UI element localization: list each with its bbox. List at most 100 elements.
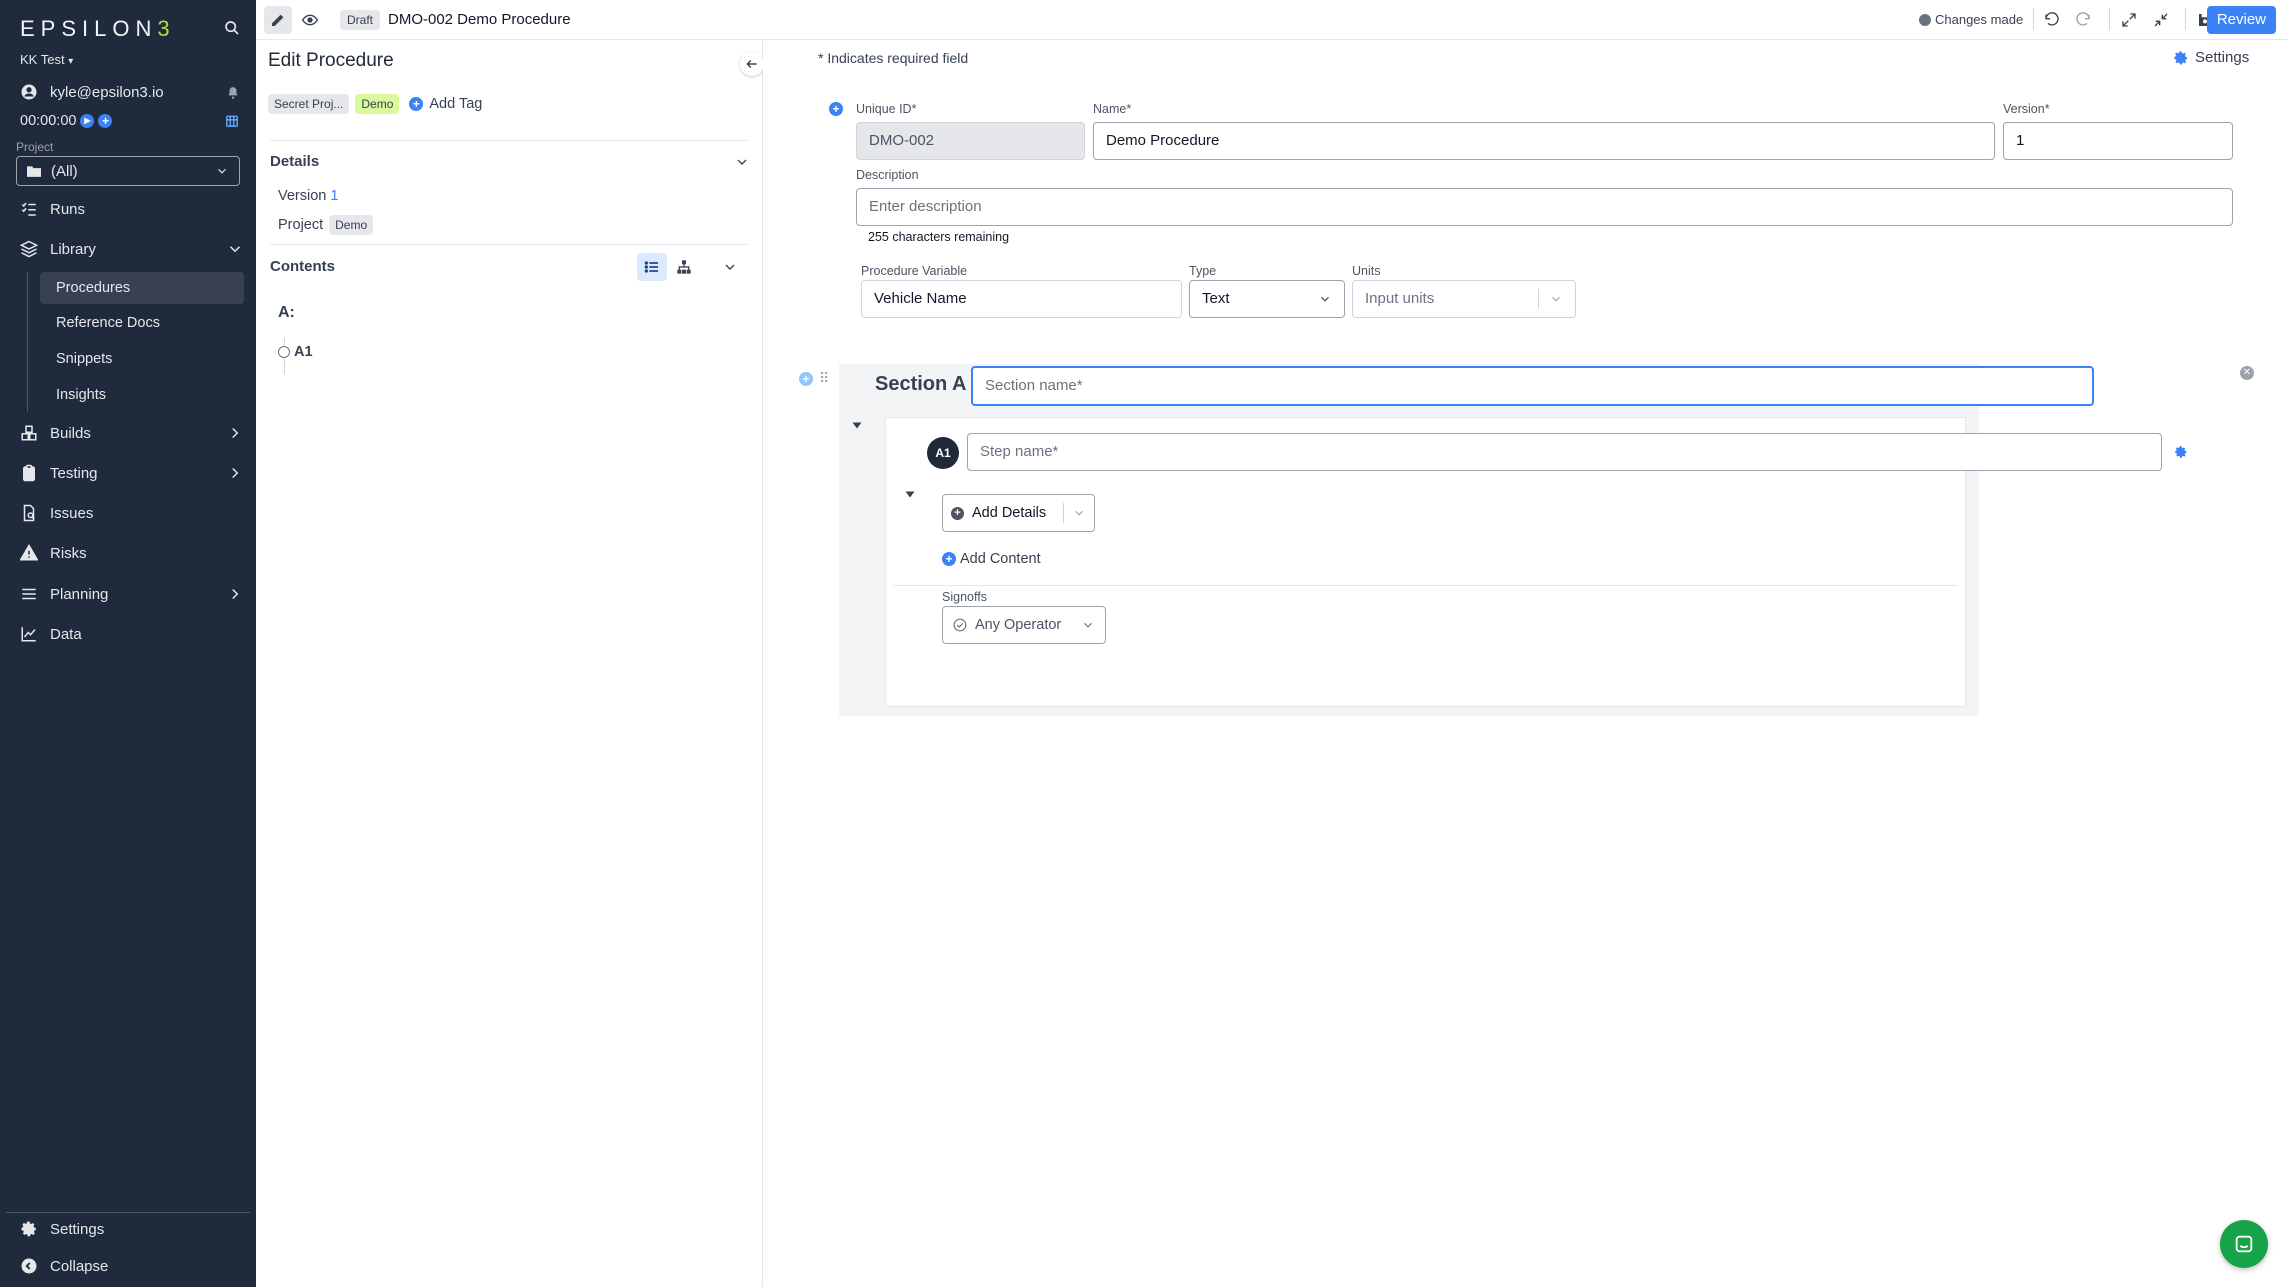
user-menu[interactable]: kyle@epsilon3.io <box>20 83 164 101</box>
nav-builds-label: Builds <box>50 424 91 442</box>
contents-toggle[interactable] <box>722 259 738 279</box>
name-field[interactable]: Demo Procedure <box>1093 122 1995 160</box>
toolbar-divider <box>2033 8 2034 30</box>
review-button[interactable]: Review <box>2206 6 2276 34</box>
tag-demo[interactable]: Demo <box>355 94 400 114</box>
line-chart-icon <box>21 627 36 642</box>
step-settings-icon[interactable] <box>2174 445 2188 463</box>
edit-mode-button[interactable] <box>264 6 292 34</box>
caret-down-icon[interactable] <box>904 488 916 500</box>
preview-mode-button[interactable] <box>296 6 324 34</box>
characters-remaining: 255 characters remaining <box>868 230 1010 244</box>
details-header[interactable]: Details <box>270 153 750 170</box>
type-select[interactable]: Text <box>1189 280 1345 318</box>
add-tag-button[interactable]: + Add Tag <box>409 96 482 112</box>
chevron-down-icon <box>1552 296 1560 302</box>
edit-procedure-panel: Edit Procedure Secret Proj... Demo + Add… <box>256 40 764 1287</box>
project-select[interactable]: (All) <box>16 156 240 186</box>
project-select-value: (All) <box>51 162 78 180</box>
unique-id-field[interactable]: DMO-002 <box>856 122 1085 160</box>
add-timer-icon[interactable]: + <box>98 114 113 128</box>
tag-list: Secret Proj... Demo + Add Tag <box>268 94 482 114</box>
nav-issues[interactable]: Issues <box>20 504 93 522</box>
redo-button[interactable] <box>2069 6 2097 34</box>
expand-button[interactable] <box>2115 6 2143 34</box>
chevron-down-icon <box>1321 296 1329 302</box>
caret-down-icon[interactable] <box>851 419 863 431</box>
check-circle-icon <box>953 618 967 632</box>
pencil-icon <box>272 14 284 26</box>
divider <box>270 140 748 141</box>
nav-planning[interactable]: Planning <box>20 585 244 603</box>
collapse-panel-button[interactable] <box>740 52 764 76</box>
bell-icon[interactable] <box>226 86 240 104</box>
file-search-icon <box>23 504 35 522</box>
nav-runs-label: Runs <box>50 200 86 218</box>
bars-icon <box>22 588 36 600</box>
nav-builds[interactable]: Builds <box>20 424 244 442</box>
nav-reference-docs[interactable]: Reference Docs <box>40 307 244 339</box>
nav-data[interactable]: Data <box>20 625 82 643</box>
search-icon[interactable] <box>224 20 240 40</box>
workspace-switcher[interactable]: KK Test ▾ <box>20 52 73 67</box>
signoff-select[interactable]: Any Operator <box>942 606 1106 644</box>
drag-handle-icon[interactable]: ⠿ <box>819 370 829 387</box>
add-header-icon[interactable]: + <box>829 102 843 116</box>
step-name-input[interactable]: Step name* <box>967 433 2162 471</box>
add-details-dropdown[interactable]: + Add Details <box>942 494 1095 532</box>
nav-insights[interactable]: Insights <box>40 379 244 411</box>
calendar-icon[interactable] <box>225 114 239 132</box>
nav-risks[interactable]: Risks <box>20 544 87 562</box>
section-title: Section A <box>875 373 967 395</box>
procedure-variable-field[interactable]: Vehicle Name <box>861 280 1182 318</box>
description-field[interactable]: Enter description <box>856 188 2233 226</box>
add-section-icon[interactable]: + <box>799 372 813 386</box>
cubes-icon <box>21 425 37 441</box>
step-status-circle-icon <box>278 346 290 358</box>
remove-section-icon[interactable]: ✕ <box>2240 366 2254 380</box>
chevron-down-icon <box>737 159 747 165</box>
nav-testing-label: Testing <box>50 464 98 482</box>
nav-library[interactable]: Library <box>20 240 244 258</box>
page-title: DMO-002 Demo Procedure <box>388 11 571 28</box>
add-content-button[interactable]: + Add Content <box>942 551 1041 567</box>
contents-header: Contents <box>270 258 335 275</box>
outline-section[interactable]: A: <box>278 304 295 322</box>
nav-runs[interactable]: Runs <box>20 200 85 218</box>
list-icon <box>644 261 658 273</box>
arrow-left-icon <box>746 59 757 69</box>
collapse-sidebar-button[interactable]: Collapse <box>20 1257 108 1275</box>
toolbar-divider <box>2185 8 2186 30</box>
nav-settings-label: Settings <box>50 1220 105 1238</box>
timer: 00:00:00 ▶ + <box>20 113 113 129</box>
required-note: * Indicates required field <box>818 50 969 66</box>
outline-step[interactable]: A1 <box>294 344 313 360</box>
tree-view-button[interactable] <box>669 253 699 281</box>
chevron-down-icon <box>218 168 226 174</box>
nav-testing[interactable]: Testing <box>20 464 244 482</box>
nav-settings[interactable]: Settings <box>20 1220 104 1238</box>
folder-icon <box>27 166 41 177</box>
undo-button[interactable] <box>2038 6 2066 34</box>
collapse-button[interactable] <box>2147 6 2175 34</box>
list-view-button[interactable] <box>637 253 667 281</box>
epsilon3-logo[interactable]: EPSILON3 <box>20 16 176 42</box>
changes-label: Changes made <box>1935 12 2024 27</box>
units-select[interactable]: Input units <box>1352 280 1576 318</box>
settings-button[interactable]: Settings <box>2173 49 2249 66</box>
nav-snippets[interactable]: Snippets <box>40 343 244 375</box>
tag-secret-project[interactable]: Secret Proj... <box>268 94 350 114</box>
play-icon[interactable]: ▶ <box>80 114 95 128</box>
version-value[interactable]: 1 <box>330 188 338 204</box>
nav-procedures[interactable]: Procedures <box>40 272 244 304</box>
workspace-name: KK Test <box>20 52 65 67</box>
version-field[interactable]: 1 <box>2003 122 2233 160</box>
chat-support-button[interactable] <box>2220 1220 2268 1268</box>
gear-icon <box>21 1221 36 1237</box>
units-placeholder: Input units <box>1365 290 1435 307</box>
chevron-right-icon <box>232 467 239 479</box>
details-project: Project Demo <box>278 215 374 235</box>
redo-icon <box>2076 12 2090 26</box>
version-label: Version* <box>2003 102 2050 116</box>
section-name-input[interactable]: Section name* <box>971 366 2094 406</box>
